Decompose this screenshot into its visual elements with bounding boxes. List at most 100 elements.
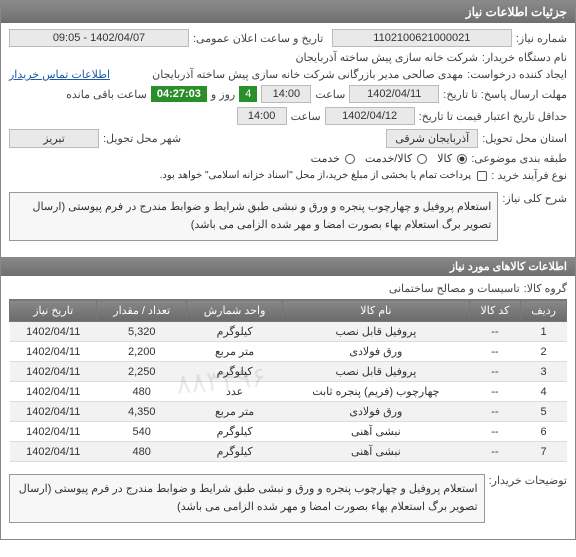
table-cell: 1402/04/11 [10, 442, 97, 462]
valid-label: حداقل تاریخ اعتبار قیمت تا تاریخ: [419, 110, 567, 123]
table-cell: 5,320 [97, 322, 187, 342]
table-cell: 480 [97, 442, 187, 462]
table-cell: ورق فولادی [283, 342, 470, 362]
radio-goods[interactable]: کالا [437, 152, 467, 165]
table-header-cell: نام کالا [283, 300, 470, 322]
table-cell: 1402/04/11 [10, 322, 97, 342]
process-checkbox[interactable] [475, 170, 487, 182]
creator-value: مهدی صالحی مدیر بازرگانی شرکت خانه سازی … [152, 68, 463, 81]
table-cell: متر مربع [187, 402, 283, 422]
group-value: تاسیسات و مصالح ساختمانی [389, 282, 520, 295]
table-cell: -- [469, 362, 521, 382]
table-cell: پروفیل قابل نصب [283, 322, 470, 342]
table-cell: 7 [521, 442, 567, 462]
table-row[interactable]: 1--پروفیل قابل نصبکیلوگرم5,3201402/04/11 [10, 322, 567, 342]
table-cell: نبشی آهنی [283, 442, 470, 462]
city-label: شهر محل تحویل: [103, 132, 181, 145]
desc-label: شرح کلی نیاز: [502, 192, 567, 205]
table-cell: -- [469, 402, 521, 422]
remain-days: 4 [239, 86, 257, 102]
datetime-value: 1402/04/07 - 09:05 [9, 29, 189, 47]
table-cell: 1402/04/11 [10, 382, 97, 402]
table-cell: 2,250 [97, 362, 187, 382]
table-cell: متر مربع [187, 342, 283, 362]
table-row[interactable]: 6--نبشی آهنیکیلوگرم5401402/04/11 [10, 422, 567, 442]
category-radio-group: کالا کالا/خدمت خدمت [311, 152, 468, 165]
table-cell: -- [469, 342, 521, 362]
table-cell: -- [469, 442, 521, 462]
org-value: شرکت خانه سازی پیش ساخته آذربایجان [295, 51, 477, 64]
table-cell: کیلوگرم [187, 442, 283, 462]
radio-dot-icon [345, 154, 355, 164]
creator-label: ایجاد کننده درخواست: [467, 68, 567, 81]
table-header-cell: تاریخ نیاز [10, 300, 97, 322]
buyer-note-box: استعلام پروفیل و چهارچوب پنجره و ورق و ن… [9, 474, 485, 523]
table-header-cell: واحد شمارش [187, 300, 283, 322]
radio-service[interactable]: خدمت [311, 152, 355, 165]
main-panel: جزئیات اطلاعات نیاز شماره نیاز: 11021006… [0, 0, 576, 540]
city-value: تبریز [9, 129, 99, 148]
table-cell: نبشی آهنی [283, 422, 470, 442]
contact-link[interactable]: اطلاعات تماس خریدار [9, 68, 110, 81]
table-row[interactable]: 7--نبشی آهنیکیلوگرم4801402/04/11 [10, 442, 567, 462]
deadline-label: مهلت ارسال پاسخ: تا تاریخ: [443, 88, 567, 101]
table-cell: 1402/04/11 [10, 342, 97, 362]
table-row[interactable]: 4--چهارچوب (فریم) پنجره ثابتعدد4801402/0… [10, 382, 567, 402]
items-table: ردیفکد کالانام کالاواحد شمارشتعداد / مقد… [9, 299, 567, 462]
remain-suffix: ساعت باقی مانده [66, 88, 147, 101]
table-cell: کیلوگرم [187, 362, 283, 382]
process-label: نوع فرآیند خرید : [491, 169, 567, 182]
deadline-time: 14:00 [261, 85, 311, 103]
radio-gs-label: کالا/خدمت [365, 153, 412, 165]
table-cell: 480 [97, 382, 187, 402]
table-cell: 1402/04/11 [10, 362, 97, 382]
valid-date: 1402/04/12 [325, 107, 415, 125]
table-cell: ورق فولادی [283, 402, 470, 422]
checkbox-icon [477, 171, 487, 181]
table-cell: 2,200 [97, 342, 187, 362]
province-label: استان محل تحویل: [482, 132, 567, 145]
radio-dot-icon [417, 154, 427, 164]
table-row[interactable]: 2--ورق فولادیمتر مربع2,2001402/04/11 [10, 342, 567, 362]
table-header-cell: تعداد / مقدار [97, 300, 187, 322]
table-cell: کیلوگرم [187, 422, 283, 442]
table-cell: 2 [521, 342, 567, 362]
table-container: ردیفکد کالانام کالاواحد شمارشتعداد / مقد… [9, 299, 567, 462]
table-cell: -- [469, 422, 521, 442]
table-cell: چهارچوب (فریم) پنجره ثابت [283, 382, 470, 402]
req-no-label: شماره نیاز: [516, 32, 567, 45]
province-value: آذربایجان شرقی [386, 129, 478, 148]
table-cell: -- [469, 382, 521, 402]
table-cell: 1402/04/11 [10, 402, 97, 422]
req-no-value: 1102100621000021 [332, 29, 512, 47]
table-cell: -- [469, 322, 521, 342]
buyer-note-label: توضیحات خریدار: [489, 474, 567, 487]
items-section: گروه کالا: تاسیسات و مصالح ساختمانی ردیف… [1, 276, 575, 539]
desc-box: استعلام پروفیل و چهارچوب پنجره و ورق و ن… [9, 192, 498, 241]
table-cell: پروفیل قابل نصب [283, 362, 470, 382]
category-label: طبقه بندی موضوعی: [471, 152, 567, 165]
remain-days-lbl: روز و [211, 88, 235, 101]
deadline-date: 1402/04/11 [349, 85, 439, 103]
valid-time: 14:00 [237, 107, 287, 125]
table-cell: 4 [521, 382, 567, 402]
table-cell: 1402/04/11 [10, 422, 97, 442]
panel-header: جزئیات اطلاعات نیاز [1, 1, 575, 23]
table-cell: عدد [187, 382, 283, 402]
table-header-cell: ردیف [521, 300, 567, 322]
table-cell: کیلوگرم [187, 322, 283, 342]
org-label: نام دستگاه خریدار: [482, 51, 567, 64]
radio-goods-service[interactable]: کالا/خدمت [365, 152, 427, 165]
table-cell: 4,350 [97, 402, 187, 422]
info-section: شماره نیاز: 1102100621000021 تاریخ و ساع… [1, 23, 575, 257]
table-cell: 540 [97, 422, 187, 442]
group-label: گروه کالا: [524, 282, 567, 295]
radio-dot-icon [457, 154, 467, 164]
table-row[interactable]: 5--ورق فولادیمتر مربع4,3501402/04/11 [10, 402, 567, 422]
datetime-label: تاریخ و ساعت اعلان عمومی: [193, 32, 323, 45]
process-note: پرداخت تمام یا بخشی از مبلغ خرید،از محل … [160, 170, 472, 181]
table-row[interactable]: 3--پروفیل قابل نصبکیلوگرم2,2501402/04/11 [10, 362, 567, 382]
radio-goods-label: کالا [437, 153, 452, 165]
table-header-cell: کد کالا [469, 300, 521, 322]
deadline-time-lbl: ساعت [315, 88, 345, 101]
